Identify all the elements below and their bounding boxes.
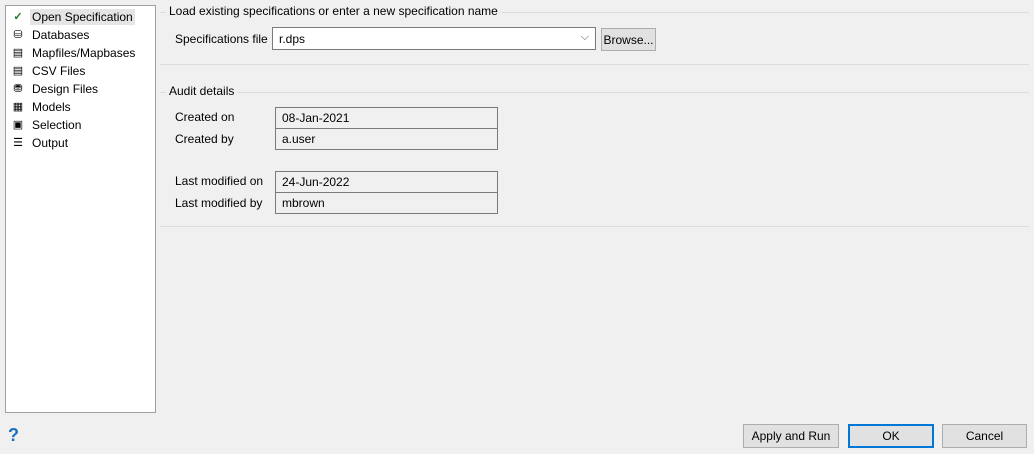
- last-modified-by-label: Last modified by: [175, 196, 263, 210]
- help-icon[interactable]: ?: [8, 425, 19, 446]
- created-by-field: a.user: [275, 128, 498, 150]
- sidebar-item-csv-files[interactable]: ▤ CSV Files: [10, 62, 86, 79]
- specifications-file-combo[interactable]: r.dps ⌵: [272, 27, 596, 50]
- design-file-icon: ⛃: [13, 83, 23, 95]
- navigation-tree[interactable]: ✓ Open Specification ⛁ Databases ▤ Mapfiles…: [5, 5, 156, 413]
- sidebar-item-design-files[interactable]: ⛃ Design Files: [10, 80, 98, 97]
- sidebar-item-databases[interactable]: ⛁ Databases: [10, 26, 89, 43]
- sidebar-item-models[interactable]: ▦ Models: [10, 98, 71, 115]
- specifications-file-label: Specifications file: [175, 32, 268, 46]
- output-icon: ☰: [13, 137, 23, 149]
- models-icon: ▦: [12, 101, 24, 113]
- created-by-label: Created by: [175, 132, 234, 146]
- apply-and-run-button[interactable]: Apply and Run: [743, 424, 839, 448]
- database-icon: ⛁: [13, 29, 23, 41]
- last-modified-on-label: Last modified on: [175, 174, 264, 188]
- open-specification-icon: ✓: [13, 11, 23, 23]
- browse-button[interactable]: Browse...: [601, 28, 656, 51]
- sidebar-item-output[interactable]: ☰ Output: [10, 134, 68, 151]
- last-modified-on-field: 24-Jun-2022: [275, 171, 498, 193]
- sidebar-item-selection[interactable]: ▣ Selection: [10, 116, 82, 133]
- ok-button[interactable]: OK: [848, 424, 934, 448]
- audit-details-legend: Audit details: [166, 84, 238, 98]
- created-on-field: 08-Jan-2021: [275, 107, 498, 129]
- mapfile-icon: ▤: [12, 47, 24, 59]
- created-on-label: Created on: [175, 110, 235, 124]
- sidebar-item-mapfiles[interactable]: ▤ Mapfiles/Mapbases: [10, 44, 136, 61]
- selection-icon: ▣: [12, 119, 24, 131]
- last-modified-by-field: mbrown: [275, 192, 498, 214]
- specification-group-legend: Load existing specifications or enter a …: [166, 4, 501, 18]
- csv-file-icon: ▤: [12, 65, 24, 77]
- chevron-down-icon[interactable]: ⌵: [581, 31, 589, 44]
- cancel-button[interactable]: Cancel: [942, 424, 1027, 448]
- sidebar-item-open-specification[interactable]: ✓ Open Specification: [10, 8, 135, 25]
- specifications-file-value: r.dps: [279, 32, 306, 46]
